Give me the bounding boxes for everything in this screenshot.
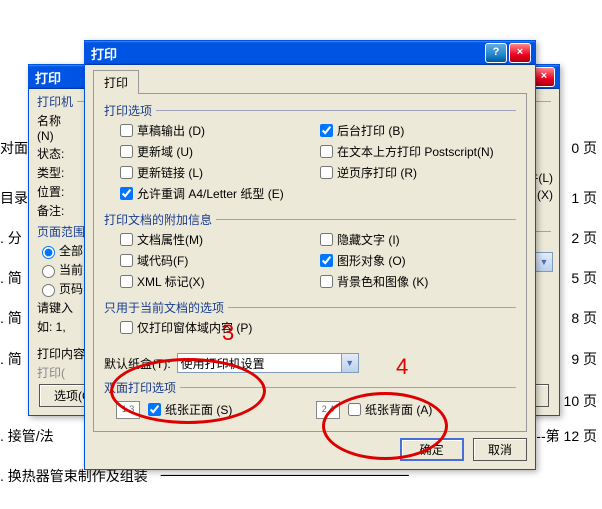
default-tray-combo[interactable]: 使用打印机设置 ▼: [177, 353, 359, 373]
bg-text: 2 页: [571, 228, 597, 248]
label: 状态:: [37, 145, 77, 162]
bg-text: . 简: [0, 349, 22, 369]
group-current: 只用于当前文档的选项: [104, 299, 516, 316]
opts-left-col: 草稿输出 (D) 更新域 (U) 更新链接 (L) 允许重调 A4/Letter 纸型…: [116, 119, 316, 205]
label: 打印(: [37, 364, 65, 381]
print-options-dialog: 打印 ? × 打印 打印选项 草稿输出 (D) 更新域 (U) 更新链接 (L) 允许…: [84, 40, 536, 470]
window-title: 打印: [89, 44, 483, 63]
bg-text: . 分: [0, 228, 22, 248]
chevron-down-icon: ▼: [341, 354, 358, 372]
label: 类型:: [37, 164, 77, 181]
attach-right-col: 隐藏文字 (I) 图形对象 (O) 背景色和图像 (K): [316, 228, 516, 293]
chevron-down-icon: ▼: [535, 253, 552, 271]
back-sheet-icon: 2 4: [316, 401, 340, 419]
bg-text: . 简: [0, 268, 22, 288]
bg-text: 对面: [0, 138, 28, 158]
checkbox[interactable]: 文档属性(M): [116, 230, 316, 249]
bg-text: . 接管/法: [0, 426, 54, 446]
checkbox[interactable]: XML 标记(X): [116, 272, 316, 291]
tab-panel: 打印选项 草稿输出 (D) 更新域 (U) 更新链接 (L) 允许重调 A4/Lett…: [93, 93, 527, 432]
group-attach: 打印文档的附加信息: [104, 211, 516, 228]
label: 名称(N): [37, 112, 77, 143]
checkbox-back[interactable]: 纸张背面 (A): [344, 400, 432, 419]
checkbox[interactable]: 更新域 (U): [116, 142, 316, 161]
bg-text: 目录: [0, 188, 28, 208]
checkbox[interactable]: 逆页序打印 (R): [316, 163, 516, 182]
close-button[interactable]: ×: [533, 67, 555, 87]
checkbox[interactable]: 图形对象 (O): [316, 251, 516, 270]
checkbox[interactable]: 更新链接 (L): [116, 163, 316, 182]
ok-button[interactable]: 确定: [400, 438, 464, 461]
checkbox[interactable]: 隐藏文字 (I): [316, 230, 516, 249]
bg-text: 0 页: [571, 138, 597, 158]
help-button[interactable]: ?: [485, 43, 507, 63]
close-button[interactable]: ×: [509, 43, 531, 63]
titlebar-front[interactable]: 打印 ? ×: [85, 41, 535, 65]
checkbox[interactable]: 允许重调 A4/Letter 纸型 (E): [116, 184, 316, 203]
default-tray-label: 默认纸盒(T):: [104, 355, 171, 372]
bg-text: ---第 12 页: [532, 426, 597, 446]
label: 打印内容: [37, 345, 85, 362]
group-duplex: 双面打印选项: [104, 379, 516, 396]
label: 备注:: [37, 202, 77, 219]
bg-text: . 简: [0, 308, 22, 328]
attach-left-col: 文档属性(M) 域代码(F) XML 标记(X): [116, 228, 316, 293]
bg-text: 8 页: [571, 308, 597, 328]
opts-right-col: 后台打印 (B) 在文本上方打印 Postscript(N) 逆页序打印 (R): [316, 119, 516, 205]
cancel-button[interactable]: 取消: [473, 438, 527, 461]
checkbox[interactable]: 在文本上方打印 Postscript(N): [316, 142, 516, 161]
bg-text: 10 页: [564, 391, 597, 411]
checkbox[interactable]: 草稿输出 (D): [116, 121, 316, 140]
bg-text: 1 页: [571, 188, 597, 208]
bg-text: 9 页: [571, 349, 597, 369]
checkbox[interactable]: 背景色和图像 (K): [316, 272, 516, 291]
bg-text: 5 页: [571, 268, 597, 288]
front-sheet-icon: 1 3: [116, 401, 140, 419]
group-print-options: 打印选项: [104, 102, 516, 119]
checkbox-form-only[interactable]: 仅打印窗体域内容 (P): [116, 318, 516, 337]
tab-print[interactable]: 打印: [93, 70, 139, 94]
checkbox[interactable]: 后台打印 (B): [316, 121, 516, 140]
checkbox-front[interactable]: 纸张正面 (S): [144, 400, 232, 419]
label: 位置:: [37, 183, 77, 200]
checkbox[interactable]: 域代码(F): [116, 251, 316, 270]
